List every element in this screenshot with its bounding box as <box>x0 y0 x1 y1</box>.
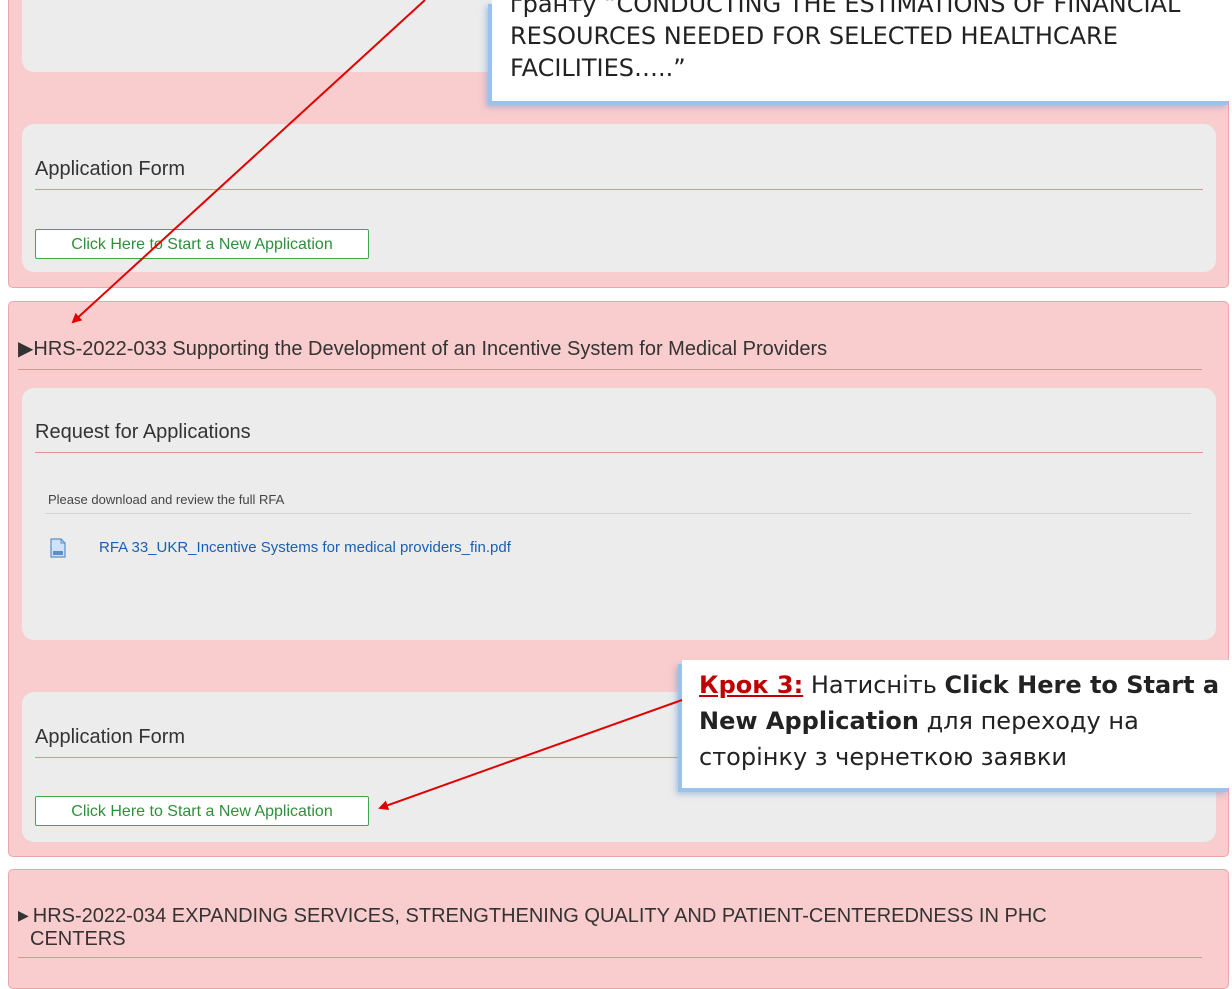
arrow-to-start-button <box>378 699 683 811</box>
annotation-arrows <box>71 0 683 811</box>
arrow-to-grant-2-title <box>71 0 426 324</box>
